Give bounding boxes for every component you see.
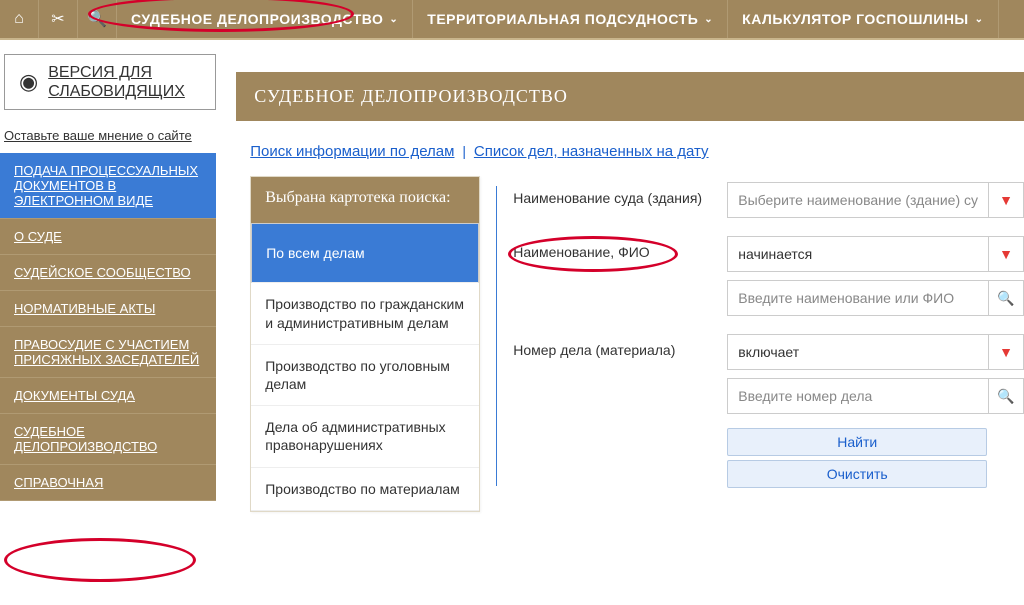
feedback-link[interactable]: Оставьте ваше мнение о сайте — [4, 128, 192, 143]
catalog-card: Выбрана картотека поиска: По всем делам … — [250, 176, 480, 512]
separator: | — [462, 143, 466, 159]
clear-button[interactable]: Очистить — [727, 460, 987, 488]
vertical-divider — [496, 186, 497, 486]
search-icon[interactable]: 🔍 — [988, 281, 1023, 315]
sidebar-item[interactable]: ПОДАЧА ПРОЦЕССУАЛЬНЫХ ДОКУМЕНТОВ В ЭЛЕКТ… — [0, 153, 216, 219]
sub-links: Поиск информации по делам | Список дел, … — [236, 121, 1024, 176]
link-scheduled-cases[interactable]: Список дел, назначенных на дату — [474, 143, 709, 160]
top-menu-label: КАЛЬКУЛЯТОР ГОСПОШЛИНЫ — [742, 11, 968, 27]
search-panel: Выбрана картотека поиска: По всем делам … — [236, 176, 1024, 512]
chevron-down-icon: ⌄ — [704, 14, 713, 25]
top-menu: СУДЕБНОЕ ДЕЛОПРОИЗВОДСТВО ⌄ ТЕРРИТОРИАЛЬ… — [117, 0, 999, 38]
select-value: начинается — [728, 246, 988, 262]
form-label: Номер дела (материала) — [513, 334, 713, 358]
search-icon[interactable]: 🔍 — [78, 0, 117, 38]
card-item[interactable]: По всем делам — [251, 223, 479, 283]
select-value: включает — [728, 344, 988, 360]
card-item[interactable]: Производство по материалам — [251, 468, 479, 511]
top-menu-item-2[interactable]: ТЕРРИТОРИАЛЬНАЯ ПОДСУДНОСТЬ ⌄ — [413, 0, 728, 38]
sidebar-item[interactable]: НОРМАТИВНЫЕ АКТЫ — [0, 291, 216, 327]
top-menu-label: ТЕРРИТОРИАЛЬНАЯ ПОДСУДНОСТЬ — [427, 11, 698, 27]
tools-icon[interactable]: ✂ — [39, 0, 78, 38]
input-placeholder: Введите наименование или ФИО — [728, 290, 988, 306]
home-icon[interactable]: ⌂ — [0, 0, 39, 38]
dropdown-icon[interactable]: ▼ — [988, 335, 1023, 369]
card-list: По всем делам Производство по граждански… — [251, 223, 479, 510]
form-label: Наименование, ФИО — [513, 236, 713, 260]
case-input[interactable]: Введите номер дела 🔍 — [727, 378, 1024, 414]
card-heading: Выбрана картотека поиска: — [251, 177, 479, 223]
sidebar-item[interactable]: СУДЕЙСКОЕ СООБЩЕСТВО — [0, 255, 216, 291]
search-form: Наименование суда (здания) Выберите наим… — [513, 176, 1024, 512]
form-row-court: Наименование суда (здания) Выберите наим… — [513, 182, 1024, 218]
top-menu-item-3[interactable]: КАЛЬКУЛЯТОР ГОСПОШЛИНЫ ⌄ — [728, 0, 998, 38]
card-item[interactable]: Дела об административных правонарушениях — [251, 406, 479, 467]
name-input[interactable]: Введите наименование или ФИО 🔍 — [727, 280, 1024, 316]
card-item[interactable]: Производство по гражданским и администра… — [251, 283, 479, 344]
court-select[interactable]: Выберите наименование (здание) су ▼ — [727, 182, 1024, 218]
dropdown-icon[interactable]: ▼ — [988, 237, 1023, 271]
top-menu-item-1[interactable]: СУДЕБНОЕ ДЕЛОПРОИЗВОДСТВО ⌄ — [117, 0, 413, 38]
sidebar-item[interactable]: СУДЕБНОЕ ДЕЛОПРОИЗВОДСТВО — [0, 414, 216, 465]
form-actions: Найти Очистить — [727, 428, 987, 488]
content: СУДЕБНОЕ ДЕЛОПРОИЗВОДСТВО Поиск информац… — [216, 40, 1024, 512]
sidebar-item[interactable]: СПРАВОЧНАЯ — [0, 465, 216, 501]
sidebar-item[interactable]: ПРАВОСУДИЕ С УЧАСТИЕМ ПРИСЯЖНЫХ ЗАСЕДАТЕ… — [0, 327, 216, 378]
chevron-down-icon: ⌄ — [389, 14, 398, 25]
chevron-down-icon: ⌄ — [975, 14, 984, 25]
form-row-name: Наименование, ФИО начинается ▼ Введите н… — [513, 236, 1024, 316]
accessibility-bar: ◉ ВЕРСИЯ ДЛЯ СЛАБОВИДЯЩИХ — [0, 40, 216, 110]
sidebar: ПОДАЧА ПРОЦЕССУАЛЬНЫХ ДОКУМЕНТОВ В ЭЛЕКТ… — [0, 153, 216, 501]
eye-icon: ◉ — [19, 69, 38, 95]
sidebar-item[interactable]: О СУДЕ — [0, 219, 216, 255]
page-title: СУДЕБНОЕ ДЕЛОПРОИЗВОДСТВО — [236, 72, 1024, 121]
card-item[interactable]: Производство по уголовным делам — [251, 345, 479, 406]
accessibility-label: ВЕРСИЯ ДЛЯ СЛАБОВИДЯЩИХ — [48, 63, 201, 101]
accessibility-link[interactable]: ◉ ВЕРСИЯ ДЛЯ СЛАБОВИДЯЩИХ — [4, 54, 216, 110]
form-row-case-number: Номер дела (материала) включает ▼ Введит… — [513, 334, 1024, 414]
name-mode-select[interactable]: начинается ▼ — [727, 236, 1024, 272]
sidebar-item[interactable]: ДОКУМЕНТЫ СУДА — [0, 378, 216, 414]
top-menu-label: СУДЕБНОЕ ДЕЛОПРОИЗВОДСТВО — [131, 11, 383, 27]
find-button[interactable]: Найти — [727, 428, 987, 456]
input-placeholder: Введите номер дела — [728, 388, 988, 404]
dropdown-icon[interactable]: ▼ — [988, 183, 1023, 217]
annotation-ellipse — [4, 538, 196, 582]
search-icon[interactable]: 🔍 — [988, 379, 1023, 413]
top-nav: ⌂ ✂ 🔍 СУДЕБНОЕ ДЕЛОПРОИЗВОДСТВО ⌄ ТЕРРИТ… — [0, 0, 1024, 38]
form-label: Наименование суда (здания) — [513, 182, 713, 206]
link-search-cases[interactable]: Поиск информации по делам — [250, 143, 454, 160]
case-mode-select[interactable]: включает ▼ — [727, 334, 1024, 370]
select-placeholder: Выберите наименование (здание) су — [728, 192, 988, 208]
